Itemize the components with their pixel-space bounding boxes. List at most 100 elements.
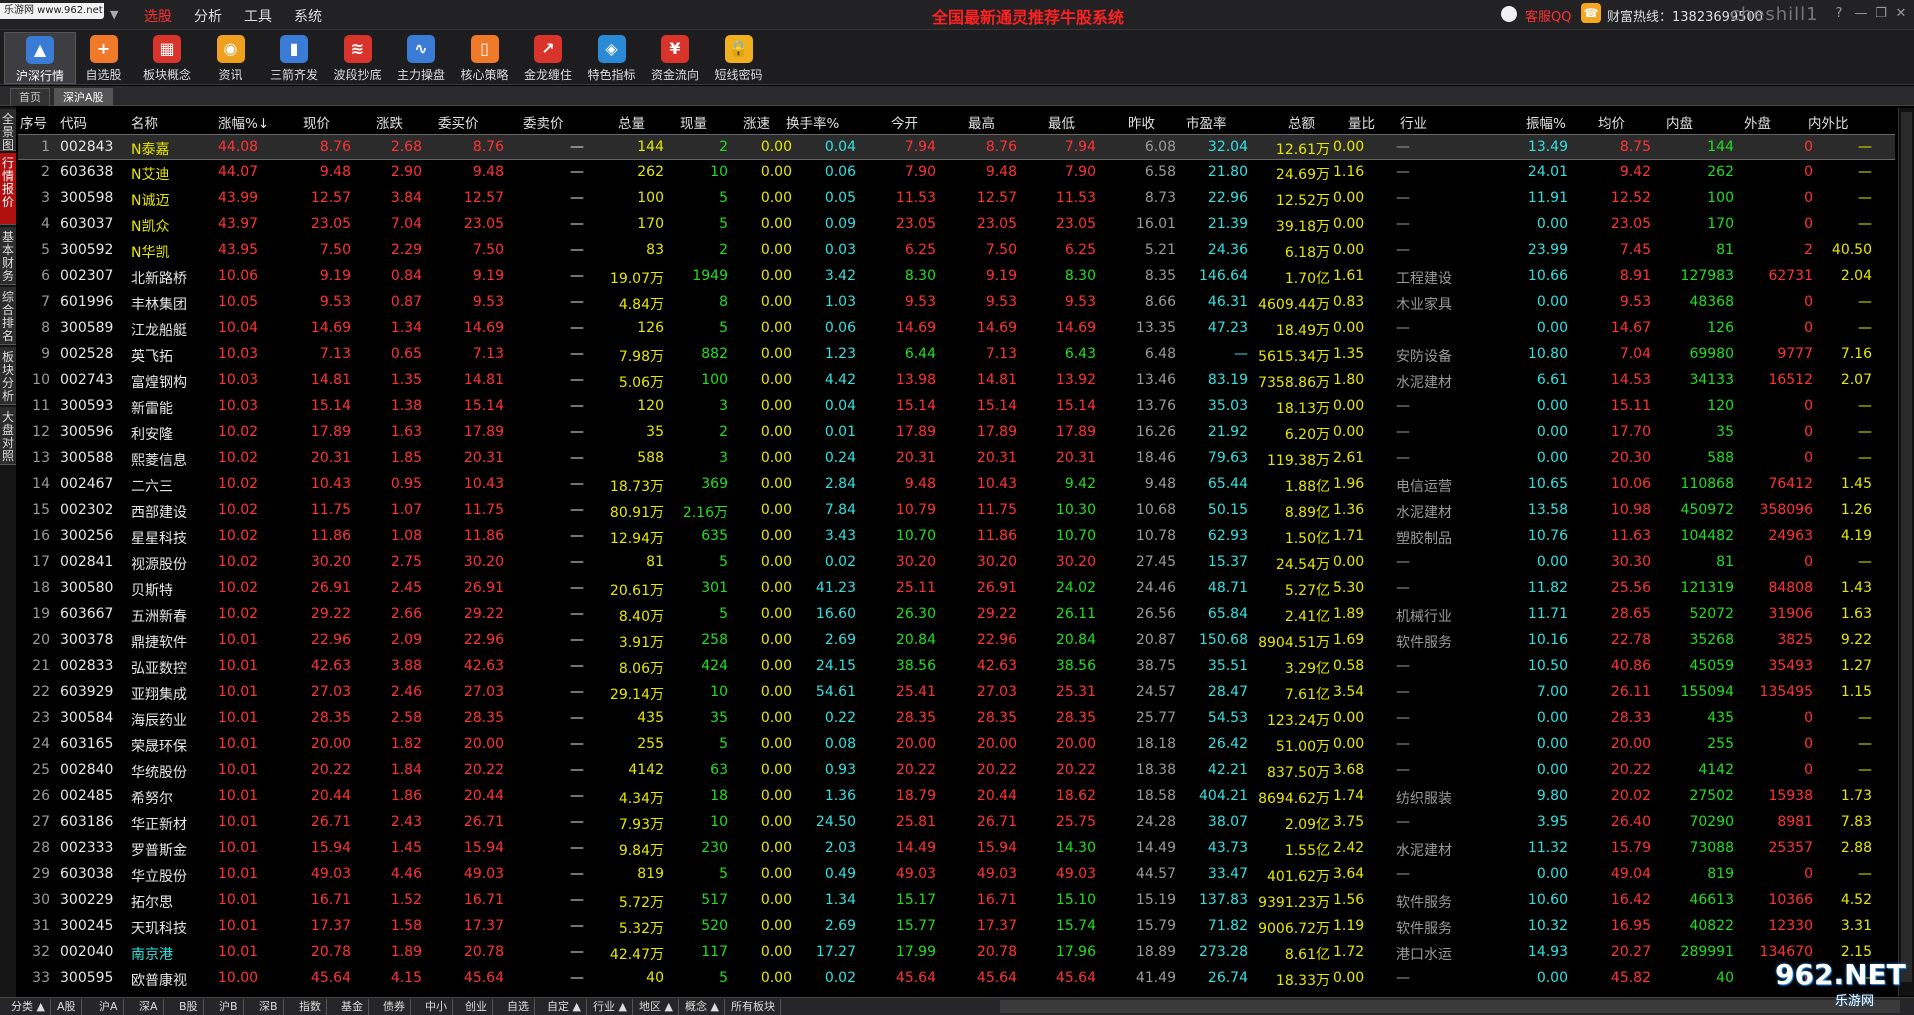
category-tab-10[interactable]: 中小 — [420, 999, 453, 1015]
category-tab-9[interactable]: 债券 — [378, 999, 411, 1015]
side-tab-5[interactable]: 大盘对照 — [0, 407, 16, 465]
table-row[interactable]: 15 002302 西部建设 10.02 11.75 1.07 11.75—80.91万 2.… — [18, 498, 1895, 524]
scroll-thumb[interactable] — [1901, 112, 1912, 982]
column-header-spd[interactable]: 涨速 — [743, 112, 770, 132]
category-tab-6[interactable]: 深B — [254, 999, 284, 1015]
toolbar-button-7[interactable]: ▯ 核心策略 — [449, 32, 521, 84]
table-row[interactable]: 33 300595 欧普康视 10.00 45.64 4.15 45.64—40 5 0.00 0… — [18, 966, 1895, 992]
table-row[interactable]: 32 002040 南京港 10.01 20.78 1.89 20.78—42.47万 117… — [18, 940, 1895, 966]
qq-icon[interactable] — [1499, 4, 1519, 24]
column-header-chg[interactable]: 涨幅%↓ — [218, 112, 269, 132]
category-tab-12[interactable]: 自选 — [502, 999, 535, 1015]
toolbar-button-4[interactable]: ▮ 三箭齐发 — [258, 32, 330, 84]
side-tab-2[interactable]: 基本财务 — [0, 227, 16, 285]
table-row[interactable]: 16 300256 星星科技 10.02 11.86 1.08 11.86—12.94万 63… — [18, 524, 1895, 550]
column-header-bid[interactable]: 委买价 — [438, 112, 479, 132]
column-header-outer[interactable]: 外盘 — [1744, 112, 1771, 132]
column-header-no[interactable]: 序号 — [20, 112, 47, 132]
column-header-turn[interactable]: 换手率% — [786, 112, 839, 132]
category-tab-1[interactable]: A股 — [52, 999, 82, 1015]
table-row[interactable]: 30 300229 拓尔思 10.01 16.71 1.52 16.71—5.72万 517 0… — [18, 888, 1895, 914]
table-row[interactable]: 23 300584 海辰药业 10.01 28.35 2.58 28.35—435 35 0.0… — [18, 706, 1895, 732]
toolbar-button-6[interactable]: ∿ 主力操盘 — [385, 32, 457, 84]
column-header-avg[interactable]: 均价 — [1598, 112, 1625, 132]
table-row[interactable]: 19 603667 五洲新春 10.02 29.22 2.66 29.22—8.40万 5 0.… — [18, 602, 1895, 628]
column-header-amt[interactable]: 总额 — [1288, 112, 1315, 132]
table-row[interactable]: 1 002843 N泰嘉 44.08 8.76 2.68 8.76—144 2 0.00 0.04… — [18, 134, 1895, 160]
table-row[interactable]: 17 002841 视源股份 10.02 30.20 2.75 30.20—81 5 0.00 0… — [18, 550, 1895, 576]
toolbar-button-10[interactable]: ¥ 资金流向 — [639, 32, 711, 84]
category-tab-5[interactable]: 沪B — [214, 999, 244, 1015]
category-tab-2[interactable]: 沪A — [94, 999, 124, 1015]
category-tab-17[interactable]: 所有板块 — [726, 999, 781, 1015]
table-row[interactable]: 29 603038 华立股份 10.01 49.03 4.46 49.03—819 5 0.00… — [18, 862, 1895, 888]
column-header-vol[interactable]: 总量 — [618, 112, 645, 132]
table-row[interactable]: 4 603037 N凯众 43.97 23.05 7.04 23.05—170 5 0.00 0.… — [18, 212, 1895, 238]
table-row[interactable]: 3 300598 N诚迈 43.99 12.57 3.84 12.57—100 5 0.00 0.… — [18, 186, 1895, 212]
category-tab-0[interactable]: 分类 ▲ — [6, 999, 51, 1015]
table-row[interactable]: 8 300589 江龙船艇 10.04 14.69 1.34 14.69—126 5 0.00 0… — [18, 316, 1895, 342]
table-row[interactable]: 12 300596 利安隆 10.02 17.89 1.63 17.89—35 2 0.00 0.… — [18, 420, 1895, 446]
promo-banner[interactable]: 全国最新通灵推荐牛股系统 — [932, 4, 1124, 28]
table-row[interactable]: 27 603186 华正新材 10.01 26.71 2.43 26.71—7.93万 10 0… — [18, 810, 1895, 836]
minimize-icon[interactable]: — — [1852, 5, 1870, 23]
toolbar-button-2[interactable]: ▦ 板块概念 — [131, 32, 203, 84]
qq-support-link[interactable]: 客服QQ — [1525, 6, 1571, 25]
column-header-diff[interactable]: 涨跌 — [376, 112, 403, 132]
table-row[interactable]: 26 002485 希努尔 10.01 20.44 1.86 20.44—4.34万 18 0.… — [18, 784, 1895, 810]
menu-xuangu[interactable]: 选股 — [144, 6, 172, 26]
menu-xitong[interactable]: 系统 — [294, 6, 322, 26]
category-tab-13[interactable]: 自定 ▲ — [542, 999, 587, 1015]
column-header-open[interactable]: 今开 — [891, 112, 918, 132]
category-tab-11[interactable]: 创业 — [460, 999, 493, 1015]
help-icon[interactable]: ? — [1830, 5, 1848, 23]
toolbar-button-9[interactable]: ◈ 特色指标 — [576, 32, 648, 84]
table-row[interactable]: 21 002833 弘亚数控 10.01 42.63 3.88 42.63—8.06万 424… — [18, 654, 1895, 680]
column-header-vr[interactable]: 量比 — [1348, 112, 1375, 132]
table-row[interactable]: 11 300593 新雷能 10.03 15.14 1.38 15.14—120 3 0.00 0… — [18, 394, 1895, 420]
table-row[interactable]: 13 300588 熙菱信息 10.02 20.31 1.85 20.31—588 3 0.00… — [18, 446, 1895, 472]
table-row[interactable]: 18 300580 贝斯特 10.02 26.91 2.45 26.91—20.61万 301… — [18, 576, 1895, 602]
toolbar-button-11[interactable]: 🔒 短线密码 — [703, 32, 775, 84]
column-header-ask[interactable]: 委卖价 — [523, 112, 564, 132]
table-row[interactable]: 28 002333 罗普斯金 10.01 15.94 1.45 15.94—9.84万 230… — [18, 836, 1895, 862]
category-tab-4[interactable]: B股 — [174, 999, 204, 1015]
side-tab-1[interactable]: 行情报价 — [0, 153, 16, 225]
side-tab-4[interactable]: 板块分析 — [0, 347, 16, 405]
tab-sh-sz-a-shares[interactable]: 深沪A股 — [54, 88, 113, 106]
column-header-high[interactable]: 最高 — [968, 112, 995, 132]
toolbar-button-5[interactable]: ≋ 波段抄底 — [322, 32, 394, 84]
table-row[interactable]: 6 002307 北新路桥 10.06 9.19 0.84 9.19—19.07万 1949 0… — [18, 264, 1895, 290]
column-header-price[interactable]: 现价 — [303, 112, 330, 132]
toolbar-button-3[interactable]: ◉ 资讯 — [195, 32, 267, 84]
table-row[interactable]: 31 300245 天玑科技 10.01 17.37 1.58 17.37—5.32万 520… — [18, 914, 1895, 940]
table-row[interactable]: 20 300378 鼎捷软件 10.01 22.96 2.09 22.96—3.91万 258… — [18, 628, 1895, 654]
column-header-amp[interactable]: 振幅% — [1526, 112, 1566, 132]
column-header-name[interactable]: 名称 — [131, 112, 158, 132]
category-tab-15[interactable]: 地区 ▲ — [634, 999, 679, 1015]
column-header-low[interactable]: 最低 — [1048, 112, 1075, 132]
side-tab-3[interactable]: 综合排名 — [0, 287, 16, 345]
side-tab-0[interactable]: 全景图 — [0, 109, 16, 152]
restore-icon[interactable]: ❐ — [1872, 5, 1890, 23]
category-tab-14[interactable]: 行业 ▲ — [588, 999, 633, 1015]
table-row[interactable]: 14 002467 二六三 10.02 10.43 0.95 10.43—18.73万 369… — [18, 472, 1895, 498]
column-header-code[interactable]: 代码 — [60, 112, 87, 132]
table-row[interactable]: 25 002840 华统股份 10.01 20.22 1.84 20.22—4142 63 0.… — [18, 758, 1895, 784]
column-header-ratio[interactable]: 内外比 — [1808, 112, 1849, 132]
table-row[interactable]: 5 300592 N华凯 43.95 7.50 2.29 7.50 — 83 2 0.00 0.03 6… — [18, 238, 1895, 264]
column-header-inner[interactable]: 内盘 — [1666, 112, 1693, 132]
column-header-prev[interactable]: 昨收 — [1128, 112, 1155, 132]
vertical-scrollbar[interactable] — [1898, 108, 1914, 996]
table-row[interactable]: 10 002743 富煌钢构 10.03 14.81 1.35 14.81—5.06万 100… — [18, 368, 1895, 394]
horizontal-scrollbar[interactable] — [1000, 1000, 1900, 1013]
table-row[interactable]: 22 603929 亚翔集成 10.01 27.03 2.46 27.03—29.14万 10… — [18, 680, 1895, 706]
column-header-cur[interactable]: 现量 — [680, 112, 707, 132]
close-icon[interactable]: ✕ — [1892, 5, 1910, 23]
category-tab-3[interactable]: 深A — [134, 999, 164, 1015]
menu-fenxi[interactable]: 分析 — [194, 6, 222, 26]
table-row[interactable]: 9 002528 英飞拓 10.03 7.13 0.65 7.13—7.98万 882 0.00… — [18, 342, 1895, 368]
menu-gongju[interactable]: 工具 — [244, 6, 272, 26]
toolbar-button-8[interactable]: ↗ 金龙缠住 — [512, 32, 584, 84]
table-row[interactable]: 2 603638 N艾迪 44.07 9.48 2.90 9.48—262 10 0.00 0.0… — [18, 160, 1895, 186]
